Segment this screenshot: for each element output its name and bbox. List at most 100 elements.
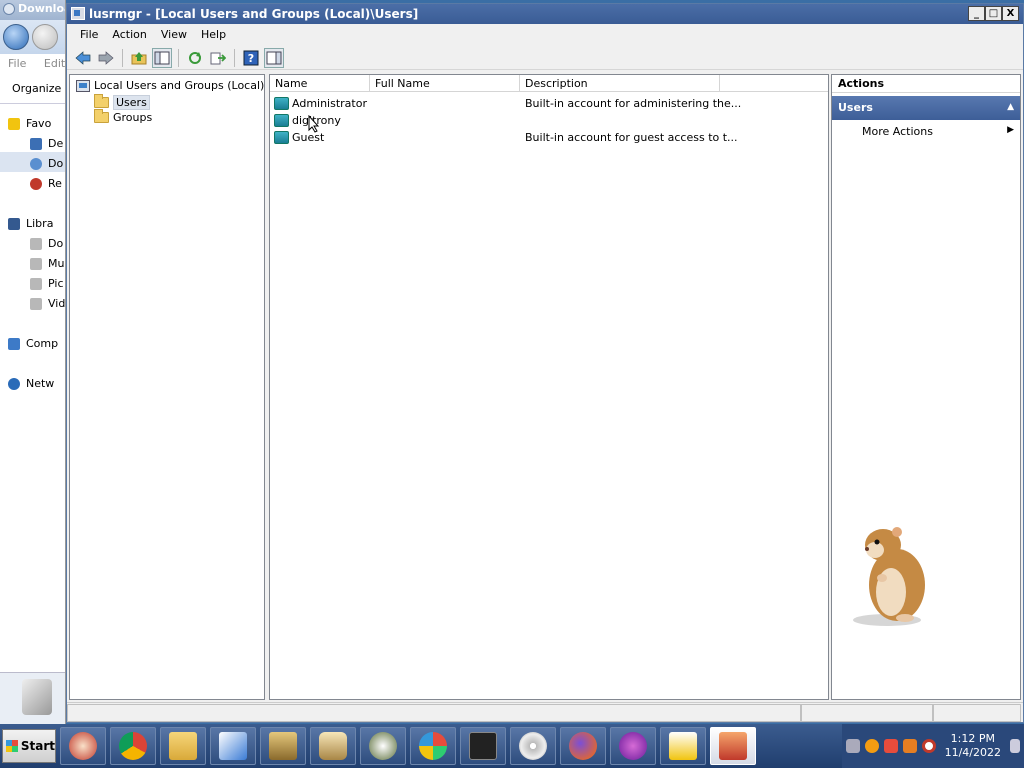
- nav-item-documents[interactable]: Do: [0, 232, 65, 252]
- nav-item-computer[interactable]: Comp: [0, 332, 65, 352]
- taskbar-app-lusrmgr[interactable]: [710, 727, 756, 765]
- export-list-icon[interactable]: [208, 48, 228, 68]
- bg-menu-file[interactable]: File: [8, 57, 26, 70]
- window-title: lusrmgr - [Local Users and Groups (Local…: [89, 7, 419, 21]
- taskbar-app-contact[interactable]: [310, 727, 356, 765]
- record-tray-icon[interactable]: [921, 739, 936, 753]
- nav-item-libraries[interactable]: Libra: [0, 212, 65, 232]
- windows-logo-icon: [419, 732, 447, 760]
- status-section-2: [801, 704, 933, 722]
- tree-root-local-users-and-groups[interactable]: Local Users and Groups (Local): [76, 79, 264, 92]
- clock[interactable]: 1:12 PM 11/4/2022: [945, 732, 1001, 760]
- app-tray-icon[interactable]: [902, 739, 917, 753]
- folder-icon: [94, 109, 109, 123]
- taskbar-app-windows-logo[interactable]: [410, 727, 456, 765]
- menubar: File Action View Help: [67, 24, 1023, 46]
- tree-item-users[interactable]: Users: [94, 94, 150, 110]
- nav-label: Do: [48, 237, 64, 250]
- nav-item-favorites[interactable]: Favo: [0, 112, 65, 132]
- desktop-icon: [30, 137, 42, 150]
- start-button[interactable]: Start: [2, 729, 56, 763]
- taskbar-app-terminal[interactable]: [460, 727, 506, 765]
- back-arrow-icon[interactable]: [3, 24, 29, 50]
- nav-item-downloads[interactable]: Do: [0, 152, 65, 172]
- user-row-administrator[interactable]: Administrator Built-in account for admin…: [274, 95, 741, 111]
- start-label: Start: [20, 739, 55, 753]
- taskbar-app-help[interactable]: [660, 727, 706, 765]
- taskbar-app-box[interactable]: [260, 727, 306, 765]
- taskbar-app-explorer[interactable]: [160, 727, 206, 765]
- nav-item-desktop[interactable]: De: [0, 132, 65, 152]
- forward-icon[interactable]: [96, 48, 116, 68]
- hamster-mascot-icon: [853, 527, 925, 626]
- taskbar-app-chrome[interactable]: [110, 727, 156, 765]
- nav-item-music[interactable]: Mu: [0, 252, 65, 272]
- taskbar-app-dvd[interactable]: [510, 727, 556, 765]
- details-pane: [0, 672, 65, 724]
- terminal-icon: [469, 732, 497, 760]
- background-explorer-window[interactable]: Downloa File Edit Organize Favo De Do Re…: [0, 0, 66, 724]
- tree-item-groups[interactable]: Groups: [94, 109, 152, 124]
- console-tree-pane[interactable]: Local Users and Groups (Local) Users Gro…: [69, 74, 265, 700]
- maximize-button[interactable]: □: [985, 6, 1002, 21]
- network-tray-icon[interactable]: [845, 739, 860, 753]
- column-headers: Name Full Name Description: [270, 75, 828, 92]
- windows-flag-icon: [6, 740, 18, 752]
- back-icon[interactable]: [73, 48, 93, 68]
- window-titlebar[interactable]: lusrmgr - [Local Users and Groups (Local…: [67, 4, 1023, 24]
- taskbar-app-p[interactable]: [60, 727, 106, 765]
- menu-action[interactable]: Action: [105, 28, 153, 46]
- background-window-titlebar[interactable]: Downloa: [0, 0, 65, 20]
- nav-label: Pic: [48, 277, 64, 290]
- organize-button[interactable]: Organize: [0, 74, 65, 104]
- mouse-cursor-icon: [308, 115, 320, 133]
- firefox-icon: [569, 732, 597, 760]
- lusrmgr-window[interactable]: lusrmgr - [Local Users and Groups (Local…: [66, 3, 1024, 723]
- p-app-icon: [69, 732, 97, 760]
- taskbar-app-media-center[interactable]: [360, 727, 406, 765]
- nav-label: Mu: [48, 257, 65, 270]
- background-nav-bar: [0, 20, 65, 54]
- folder-explorer-icon: [169, 732, 197, 760]
- menu-file[interactable]: File: [73, 28, 105, 46]
- results-pane[interactable]: Name Full Name Description Administrator…: [269, 74, 829, 700]
- column-header-description[interactable]: Description: [520, 75, 720, 91]
- tree-root-label: Local Users and Groups (Local): [94, 79, 265, 92]
- computer-icon: [8, 337, 20, 350]
- show-hide-action-pane-icon[interactable]: [264, 47, 284, 68]
- column-header-full-name[interactable]: Full Name: [370, 75, 520, 91]
- show-desktop-button[interactable]: [1010, 739, 1020, 753]
- forward-arrow-icon[interactable]: [32, 24, 58, 50]
- user-description: Built-in account for guest access to t..…: [525, 130, 738, 144]
- menu-view[interactable]: View: [154, 28, 194, 46]
- column-header-name[interactable]: Name: [270, 75, 370, 91]
- action-center-flag-icon[interactable]: [883, 739, 898, 753]
- explorer-icon: [3, 3, 15, 15]
- download-file-icon: [22, 679, 52, 715]
- nav-item-pictures[interactable]: Pic: [0, 272, 65, 292]
- taskbar-app-mask[interactable]: [610, 727, 656, 765]
- up-one-level-icon[interactable]: [129, 48, 149, 68]
- user-name: Administrator: [292, 96, 367, 110]
- user-icon: [274, 130, 289, 144]
- nav-label: Comp: [26, 337, 59, 350]
- close-button[interactable]: X: [1002, 6, 1019, 21]
- collapse-caret-icon[interactable]: ▲: [1007, 102, 1014, 112]
- search-tray-icon[interactable]: [864, 739, 879, 753]
- nav-item-network[interactable]: Netw: [0, 372, 65, 392]
- taskbar-app-firefox[interactable]: [560, 727, 606, 765]
- nav-label: Libra: [26, 217, 54, 230]
- actions-group-users[interactable]: Users ▲: [832, 96, 1020, 120]
- taskbar-app-graph[interactable]: [210, 727, 256, 765]
- nav-item-videos[interactable]: Vid: [0, 292, 65, 312]
- more-actions-item[interactable]: More Actions ▶: [832, 120, 1020, 142]
- help-icon[interactable]: ?: [241, 48, 261, 68]
- lusrmgr-app-icon[interactable]: [71, 7, 85, 20]
- minimize-button[interactable]: _: [968, 6, 985, 21]
- folder-icon: [94, 94, 109, 108]
- show-hide-console-tree-icon[interactable]: [152, 47, 172, 68]
- nav-item-recent[interactable]: Re: [0, 172, 65, 192]
- bg-menu-edit[interactable]: Edit: [44, 57, 65, 70]
- refresh-icon[interactable]: [185, 48, 205, 68]
- menu-help[interactable]: Help: [194, 28, 233, 46]
